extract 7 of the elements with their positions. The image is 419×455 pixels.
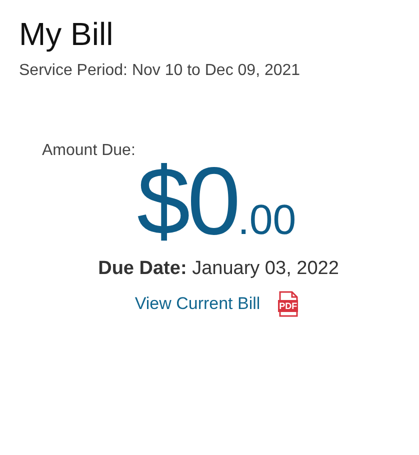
due-date: Due Date: January 03, 2022	[97, 258, 339, 280]
amount-cents: .00	[238, 196, 296, 244]
view-bill-link[interactable]: View Current Bill PDF	[116, 290, 302, 318]
page-title: My Bill	[19, 15, 114, 54]
service-period: Service Period: Nov 10 to Dec 09, 2021	[19, 62, 300, 80]
amount-due-label: Amount Due:	[42, 142, 136, 160]
amount-dollars: $0	[136, 154, 238, 250]
